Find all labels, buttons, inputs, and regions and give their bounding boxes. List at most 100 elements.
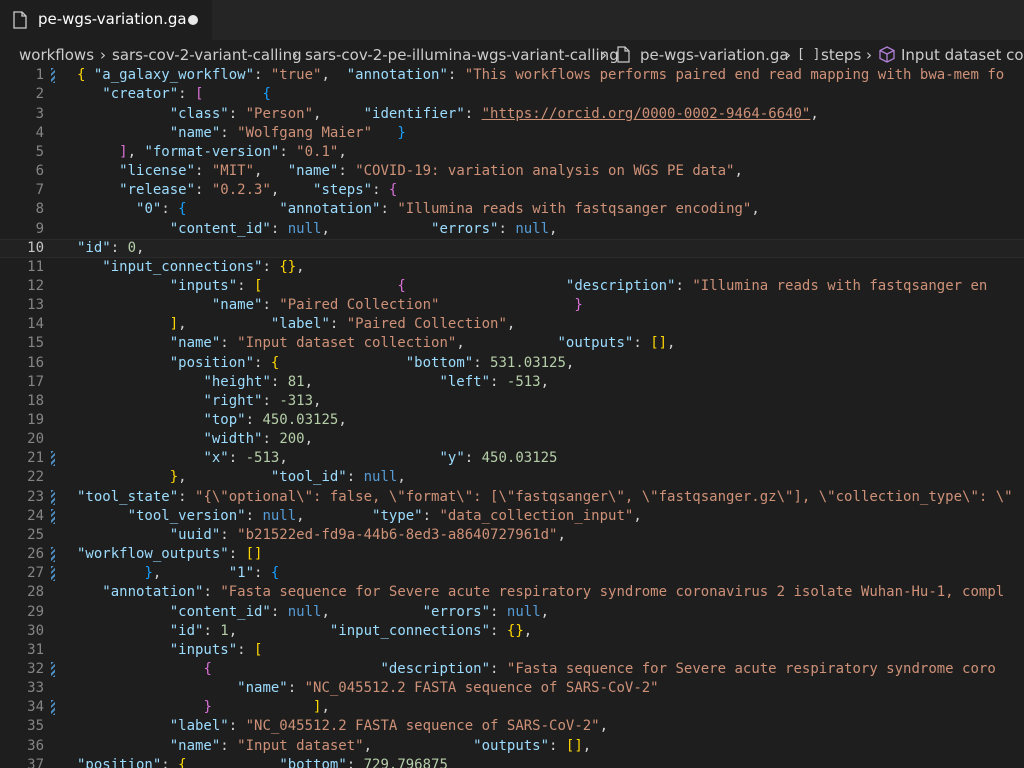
code-token: :: [279, 143, 297, 160]
code-line[interactable]: 37 "position": { "bottom": 729.796875: [0, 756, 1024, 768]
code-line[interactable]: 15 "name": "Input dataset collection", "…: [0, 334, 1024, 353]
code-token: "tool_id": [270, 469, 347, 486]
code-line[interactable]: 2 "creator": [ {: [0, 85, 1024, 104]
code-line[interactable]: 28 "annotation": "Fasta sequence for Sev…: [0, 583, 1024, 602]
modified-line-marker[interactable]: [51, 547, 55, 563]
line-number: 2: [35, 86, 44, 103]
code-token: {: [77, 67, 94, 84]
line-number: 29: [27, 603, 44, 620]
line-number: 33: [27, 680, 44, 697]
code-line[interactable]: 9 "content_id": null, "errors": null,: [0, 220, 1024, 239]
code-line[interactable]: 18 "right": -313,: [0, 392, 1024, 411]
code-line[interactable]: 19 "top": 450.03125,: [0, 411, 1024, 430]
code-line[interactable]: 4 "name": "Wolfgang Maier" }: [0, 124, 1024, 143]
code-token: :: [262, 392, 280, 409]
modified-line-marker[interactable]: [51, 700, 55, 716]
code-token: ,: [751, 201, 760, 218]
modified-line-marker[interactable]: [51, 451, 55, 467]
code-line[interactable]: 8 "0": { "annotation": "Illumina reads w…: [0, 200, 1024, 219]
code-token: "height": [203, 373, 271, 390]
code-line[interactable]: 27 }, "1": {: [0, 564, 1024, 583]
code-line[interactable]: 1 { "a_galaxy_workflow": "true", "annotat…: [0, 66, 1024, 85]
code-text: "creator": [ {: [77, 85, 271, 104]
code-token: ,: [582, 737, 592, 754]
code-line[interactable]: 16 "position": { "bottom": 531.03125,: [0, 354, 1024, 373]
code-line[interactable]: 26 "workflow_outputs": []: [0, 545, 1024, 564]
code-line[interactable]: 35 "label": "NC_045512.2 FASTA sequence …: [0, 717, 1024, 736]
modified-line-marker[interactable]: [51, 661, 55, 678]
code-line[interactable]: 10 "id": 0,: [0, 238, 1024, 258]
breadcrumb-item-current[interactable]: Input dataset coll: [901, 44, 1024, 66]
code-line[interactable]: 36 "name": "Input dataset", "outputs": […: [0, 737, 1024, 756]
code-token: ]: [169, 316, 179, 333]
code-line[interactable]: 23 "tool_state": "{\"optional\": false, \…: [0, 488, 1024, 507]
code-token: null: [506, 603, 541, 620]
code-text: "name": "Paired Collection" }: [77, 296, 583, 315]
line-number: 18: [27, 392, 44, 409]
code-line[interactable]: 21 "x": -513, "y": 450.03125: [0, 449, 1024, 468]
code-line[interactable]: 22 }, "tool_id": null,: [0, 468, 1024, 487]
code-line[interactable]: 33 "name": "NC_045512.2 FASTA sequence o…: [0, 679, 1024, 698]
modified-line-marker[interactable]: [51, 508, 55, 524]
code-line[interactable]: 13 "name": "Paired Collection" }: [0, 296, 1024, 315]
code-token: :: [270, 603, 288, 620]
code-text: "input_connections": {},: [77, 258, 305, 277]
code-line[interactable]: 29 "content_id": null, "errors": null,: [0, 603, 1024, 622]
code-line[interactable]: 34 } ],: [0, 698, 1024, 717]
line-number: 32: [27, 660, 44, 677]
line-number: 12: [27, 277, 44, 294]
code-token: {}: [279, 258, 297, 275]
code-token: ,: [178, 316, 271, 333]
code-line[interactable]: 20 "width": 200,: [0, 430, 1024, 449]
line-number: 25: [27, 526, 44, 543]
code-editor[interactable]: 1 { "a_galaxy_workflow": "true", "annotat…: [0, 66, 1024, 768]
code-line[interactable]: 7 "release": "0.2.3", "steps": {: [0, 181, 1024, 200]
code-line[interactable]: 25 "uuid": "b21522ed-fd9a-44b6-8ed3-a864…: [0, 526, 1024, 545]
code-token: :: [254, 67, 271, 84]
editor-tab[interactable]: pe-wgs-variation.ga: [0, 0, 212, 40]
code-text: "name": "Wolfgang Maier" }: [77, 124, 406, 143]
code-text: "license": "MIT", "name": "COVID-19: var…: [77, 162, 743, 181]
code-line[interactable]: 24 "tool_version": null, "type": "data_c…: [0, 507, 1024, 526]
breadcrumb-item-file[interactable]: pe-wgs-variation.ga: [640, 44, 789, 66]
code-line[interactable]: 12 "inputs": [ { "description": "Illumin…: [0, 277, 1024, 296]
modified-line-marker[interactable]: [51, 68, 55, 84]
code-token: {: [178, 201, 187, 218]
modified-line-marker[interactable]: [51, 489, 55, 505]
code-token: ,: [633, 507, 642, 524]
code-token: :: [262, 431, 280, 448]
code-token: ,: [296, 258, 305, 275]
unsaved-dot-icon[interactable]: [188, 15, 198, 25]
code-line[interactable]: 14 ], "label": "Paired Collection",: [0, 315, 1024, 334]
code-token: ,: [523, 622, 533, 639]
code-line[interactable]: 32 { "description": "Fasta sequence for …: [0, 660, 1024, 679]
code-line[interactable]: 3 "class": "Person", "identifier": "http…: [0, 105, 1024, 124]
breadcrumb-item-workflows[interactable]: workflows: [19, 44, 94, 66]
code-token: :: [498, 220, 516, 237]
code-line[interactable]: 11 "input_connections": {},: [0, 258, 1024, 277]
code-line[interactable]: 31 "inputs": [: [0, 641, 1024, 660]
code-line[interactable]: 17 "height": 81, "left": -513,: [0, 373, 1024, 392]
modified-line-marker[interactable]: [51, 566, 55, 582]
code-line[interactable]: 30 "id": 1, "input_connections": {},: [0, 622, 1024, 641]
code-token: "description": [380, 660, 491, 677]
code-token: "x": [203, 450, 229, 467]
code-line[interactable]: 6 "license": "MIT", "name": "COVID-19: v…: [0, 162, 1024, 181]
breadcrumb-item-steps[interactable]: steps: [821, 44, 861, 66]
code-text: { "description": "Fasta sequence for Sev…: [77, 660, 995, 679]
line-number: 20: [27, 431, 44, 448]
code-token: :: [287, 680, 305, 697]
code-token: {: [270, 565, 280, 582]
breadcrumb-item-folder[interactable]: sars-cov-2-variant-calling: [112, 44, 302, 66]
code-line[interactable]: 5 ], "format-version": "0.1",: [0, 143, 1024, 162]
breadcrumb-item-subfolder[interactable]: sars-cov-2-pe-illumina-wgs-variant-calli…: [305, 44, 619, 66]
code-token: :: [338, 163, 356, 180]
code-token: ,: [152, 565, 229, 582]
